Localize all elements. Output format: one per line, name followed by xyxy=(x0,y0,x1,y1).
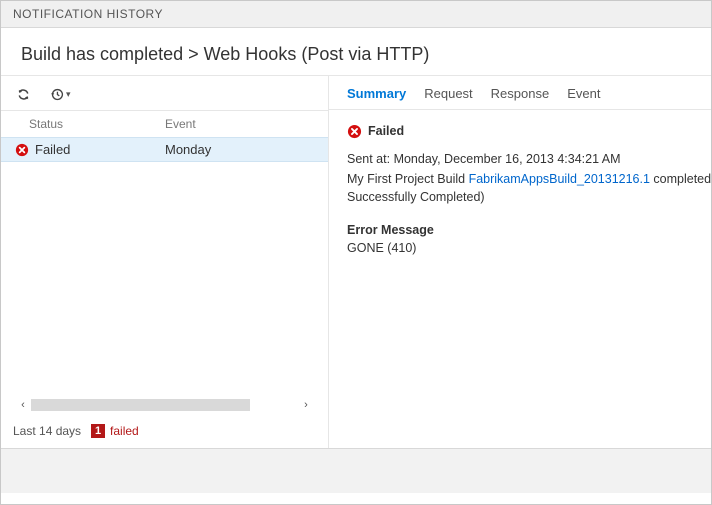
build-line-suffix: completed (Status: Successfully Complete… xyxy=(650,172,711,186)
build-line-prefix: My First Project Build xyxy=(347,172,469,186)
window-title-bar: NOTIFICATION HISTORY xyxy=(1,1,711,28)
tab-response[interactable]: Response xyxy=(491,86,550,101)
column-header-status[interactable]: Status xyxy=(15,117,165,131)
detail-status-text: Failed xyxy=(368,122,404,140)
list-status-bar: Last 14 days 1 failed xyxy=(1,418,328,448)
range-label: Last 14 days xyxy=(13,424,81,438)
failed-label: failed xyxy=(110,424,139,438)
scroll-track[interactable] xyxy=(31,398,298,412)
build-line-1: My First Project Build FabrikamAppsBuild… xyxy=(347,170,693,188)
grid-header: Status Event xyxy=(1,111,328,137)
refresh-button[interactable] xyxy=(15,86,31,102)
list-empty-space xyxy=(1,162,328,390)
row-status-text: Failed xyxy=(35,142,70,157)
sent-at-label: Sent at: xyxy=(347,152,394,166)
sent-at-value: Monday, December 16, 2013 4:34:21 AM xyxy=(394,152,621,166)
breadcrumb: Build has completed > Web Hooks (Post vi… xyxy=(1,28,711,76)
build-line-2: Successfully Completed) xyxy=(347,188,693,206)
summary-panel: Failed Sent at: Monday, December 16, 201… xyxy=(329,110,711,269)
chevron-down-icon: ▾ xyxy=(66,89,71,100)
detail-tabs: Summary Request Response Event xyxy=(329,76,711,110)
scroll-right-arrow[interactable]: › xyxy=(298,399,314,411)
error-icon xyxy=(15,143,29,157)
error-message-header: Error Message xyxy=(347,221,693,239)
history-dropdown[interactable]: ▾ xyxy=(49,87,71,102)
failed-count-badge: 1 xyxy=(91,424,105,438)
history-icon xyxy=(49,87,64,102)
scroll-left-arrow[interactable]: ‹ xyxy=(15,399,31,411)
list-toolbar: ▾ xyxy=(1,76,328,111)
table-row[interactable]: Failed Monday xyxy=(1,137,328,162)
row-event-text: Monday xyxy=(165,142,314,157)
column-header-event[interactable]: Event xyxy=(165,117,314,131)
error-message-body: GONE (410) xyxy=(347,239,693,257)
horizontal-scrollbar[interactable]: ‹ › xyxy=(9,396,320,414)
sent-at-line: Sent at: Monday, December 16, 2013 4:34:… xyxy=(347,150,693,168)
tab-summary[interactable]: Summary xyxy=(347,86,406,101)
window-title: NOTIFICATION HISTORY xyxy=(13,7,163,21)
main-content: ▾ Status Event Failed Monday ‹ › xyxy=(1,76,711,448)
window-footer xyxy=(1,448,711,493)
breadcrumb-text: Build has completed > Web Hooks (Post vi… xyxy=(21,44,429,64)
refresh-icon xyxy=(16,87,31,102)
history-list-pane: ▾ Status Event Failed Monday ‹ › xyxy=(1,76,329,448)
detail-status-row: Failed xyxy=(347,122,693,140)
tab-event[interactable]: Event xyxy=(567,86,600,101)
detail-pane: Summary Request Response Event Failed Se… xyxy=(329,76,711,448)
build-link[interactable]: FabrikamAppsBuild_20131216.1 xyxy=(469,172,650,186)
tab-request[interactable]: Request xyxy=(424,86,472,101)
error-icon xyxy=(347,124,362,139)
scroll-thumb[interactable] xyxy=(31,399,250,411)
